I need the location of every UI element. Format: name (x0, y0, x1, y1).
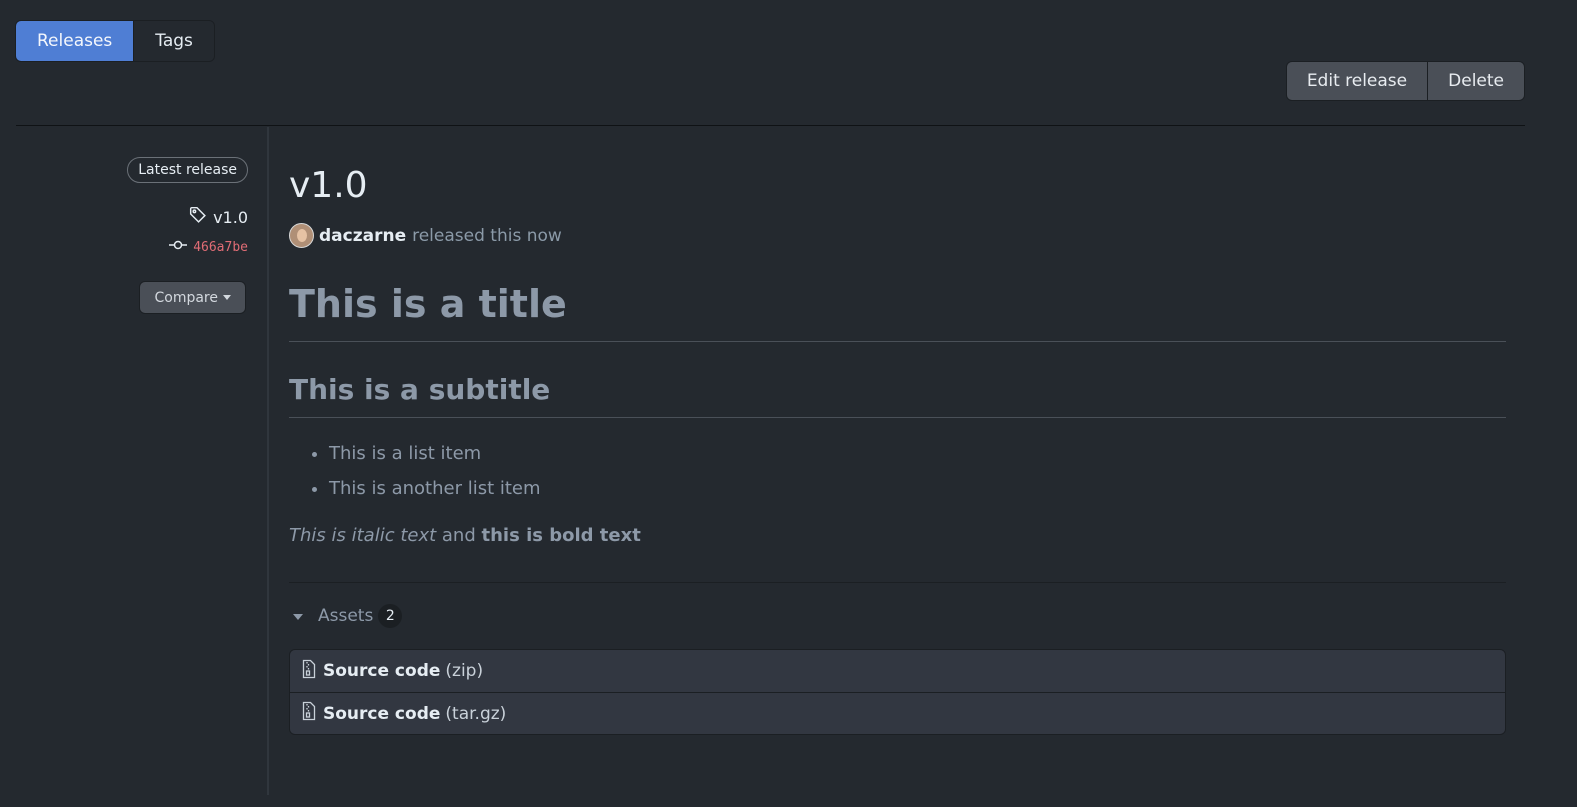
asset-row[interactable]: Source code (tar.gz) (290, 692, 1505, 734)
list-item: This is another list item (329, 476, 541, 511)
asset-name[interactable]: Source code (323, 661, 440, 681)
and-text: and (441, 525, 476, 546)
assets-toggle[interactable]: Assets 2 (293, 604, 403, 628)
asset-name[interactable]: Source code (323, 704, 440, 724)
latest-release-badge: Latest release (127, 157, 248, 183)
author-link[interactable]: daczarne (319, 226, 406, 246)
sidebar-divider (267, 127, 269, 795)
tag-label: v1.0 (213, 207, 248, 227)
subtitle-rule (289, 417, 1506, 418)
caret-down-icon (223, 295, 231, 300)
triangle-down-icon (293, 614, 303, 620)
released-time: released this now (412, 225, 562, 246)
edit-release-button[interactable]: Edit release (1286, 62, 1428, 100)
title-rule (289, 341, 1506, 342)
delete-button[interactable]: Delete (1427, 62, 1524, 100)
commit-hash: 466a7be (193, 239, 248, 255)
assets-divider (289, 582, 1506, 583)
asset-ext: (tar.gz) (445, 703, 507, 724)
asset-row[interactable]: Source code (zip) (290, 650, 1505, 692)
bold-text: this is bold text (481, 525, 641, 546)
assets-label: Assets (318, 606, 374, 626)
assets-list: Source code (zip) Source code (tar.gz) (289, 649, 1506, 735)
header-divider (16, 125, 1525, 126)
release-tag[interactable]: v1.0 (189, 206, 248, 228)
italic-text: This is italic text (289, 525, 437, 546)
tab-releases[interactable]: Releases (16, 21, 134, 61)
assets-count-badge: 2 (378, 604, 403, 628)
file-zip-icon (302, 701, 323, 726)
file-zip-icon (302, 659, 323, 684)
release-version[interactable]: v1.0 (289, 165, 368, 206)
list-item: This is a list item (329, 441, 541, 476)
tab-tags[interactable]: Tags (133, 21, 214, 61)
avatar[interactable] (289, 223, 314, 248)
release-tabs: Releases Tags (15, 20, 215, 62)
body-list: This is a list item This is another list… (329, 441, 541, 511)
commit-link[interactable]: 466a7be (169, 239, 248, 255)
release-author: daczarne released this now (289, 223, 562, 248)
compare-button[interactable]: Compare (139, 281, 246, 314)
release-actions: Edit release Delete (1285, 61, 1525, 101)
body-subtitle: This is a subtitle (289, 373, 551, 406)
body-title: This is a title (289, 282, 567, 326)
tag-icon (189, 206, 213, 228)
git-commit-icon (169, 239, 193, 255)
body-paragraph: This is italic text and this is bold tex… (289, 525, 641, 546)
compare-label: Compare (154, 289, 218, 306)
asset-ext: (zip) (445, 661, 484, 681)
